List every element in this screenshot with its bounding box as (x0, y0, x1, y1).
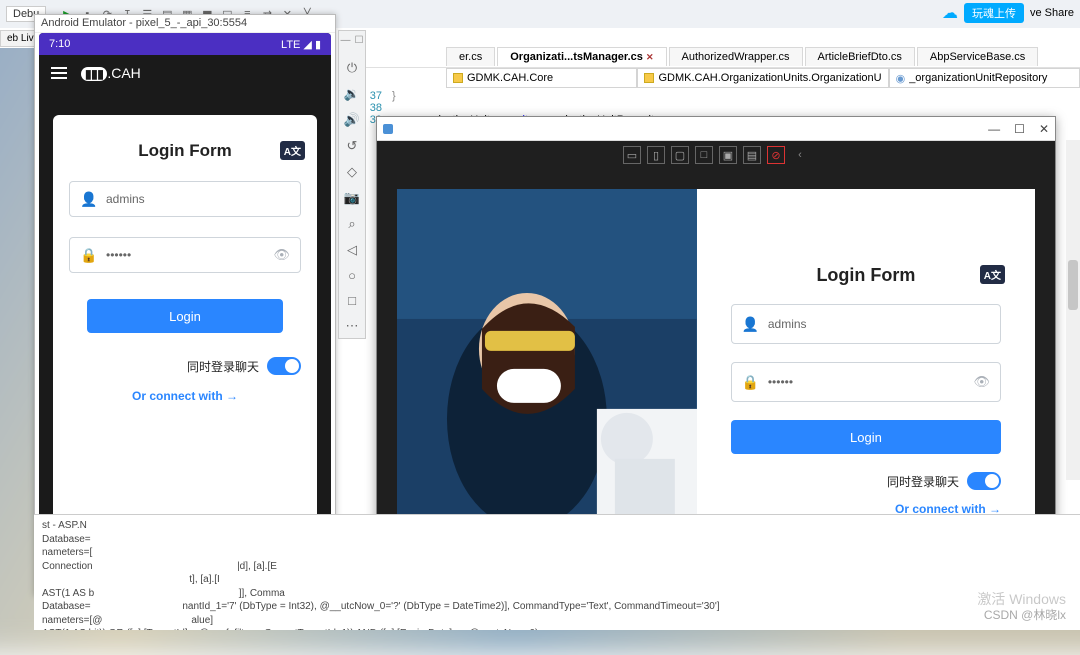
lock-icon: 🔒 (80, 247, 96, 264)
lang-badge-desktop[interactable]: A文 (980, 265, 1005, 284)
lang-badge[interactable]: A文 (280, 141, 305, 160)
vol-up-icon[interactable]: 🔊 (344, 112, 360, 128)
zoom-icon[interactable]: ⌕ (348, 216, 355, 232)
editor-scrollbar[interactable] (1066, 140, 1080, 480)
home-icon[interactable]: ○ (348, 268, 356, 283)
login-title: Login Form (138, 141, 231, 160)
watermark: 激活 Windows CSDN @林晓lx (977, 590, 1066, 624)
more-icon[interactable]: ⋯ (346, 318, 359, 334)
desktop-preview-window: — ☐ ✕ ▭ ▯ ▢ □ ▣ ▤ ⊘ ‹ (376, 116, 1056, 558)
rotate-left-icon[interactable]: ↺ (347, 138, 358, 154)
power-icon[interactable]: ⏻ (347, 60, 357, 76)
username-field-desktop[interactable]: 👤admins (731, 304, 1001, 344)
back-icon[interactable]: ◁ (347, 242, 357, 258)
connect-link[interactable]: Or connect with → (69, 389, 301, 403)
menu-icon[interactable] (51, 64, 67, 82)
chat-label-desktop: 同时登录聊天 (887, 473, 959, 490)
win-max-icon[interactable]: ☐ (1014, 122, 1025, 136)
status-time: 7:10 (49, 38, 70, 50)
nav-a[interactable]: GDMK.CAH.Core (446, 68, 637, 88)
collapse-icon[interactable]: ‹ (791, 146, 809, 164)
lock-icon: 🔒 (742, 374, 758, 391)
device-1-icon[interactable]: ▭ (623, 146, 641, 164)
tab-2[interactable]: AuthorizedWrapper.cs (669, 47, 803, 66)
close-icon[interactable]: ✕ (646, 52, 654, 62)
login-button-desktop[interactable]: Login (731, 420, 1001, 454)
tab-0[interactable]: er.cs (446, 47, 495, 66)
responsive-toolbar: ▭ ▯ ▢ □ ▣ ▤ ⊘ ‹ (377, 141, 1055, 169)
emulator-side-controls: — ☐ ⏻ 🔉 🔊 ↺ ◇ 📷 ⌕ ◁ ○ □ ⋯ (338, 30, 366, 339)
device-4-icon[interactable]: □ (695, 146, 713, 164)
tab-3[interactable]: ArticleBriefDto.cs (805, 47, 915, 66)
device-3-icon[interactable]: ▢ (671, 146, 689, 164)
editor-tabs: er.cs Organizati...tsManager.cs ✕ Author… (346, 46, 1080, 68)
chat-label: 同时登录聊天 (187, 358, 259, 375)
upload-button[interactable]: 玩魂上传 (964, 3, 1024, 23)
login-button[interactable]: Login (87, 299, 283, 333)
login-card-mobile: Login Form A文 👤admins 🔒••••••👁 Login 同时登录… (53, 115, 317, 547)
tab-1[interactable]: Organizati...tsManager.cs ✕ (497, 47, 666, 66)
device-2-icon[interactable]: ▯ (647, 146, 665, 164)
rotate-right-icon[interactable]: ◇ (347, 164, 357, 180)
emulator-title: Android Emulator - pixel_5_-_api_30:5554 (35, 15, 335, 33)
nav-breadcrumb: GDMK.CAH.Core GDMK.CAH.OrganizationUnits… (346, 68, 1080, 88)
device-6-icon[interactable]: ▤ (743, 146, 761, 164)
nav-c[interactable]: ◉_organizationUnitRepository (889, 68, 1080, 88)
nav-b[interactable]: GDMK.CAH.OrganizationUnits.OrganizationU (637, 68, 888, 88)
live-share[interactable]: ☁ 玩魂上传 ve Share (942, 3, 1074, 23)
stop-preview-icon[interactable]: ⊘ (767, 146, 785, 164)
eye-icon[interactable]: 👁 (973, 374, 990, 390)
app-bar: ▮▮▮.CAH (39, 55, 331, 91)
status-signal: LTE ◢ ▮ (281, 38, 321, 51)
password-field-desktop[interactable]: 🔒••••••👁 (731, 362, 1001, 402)
overview-icon[interactable]: □ (348, 293, 356, 308)
camera-icon[interactable]: 📷 (344, 190, 360, 206)
android-emulator-window: Android Emulator - pixel_5_-_api_30:5554… (34, 14, 336, 596)
win-close-icon[interactable]: ✕ (1039, 122, 1049, 136)
app-icon (383, 124, 393, 134)
chat-toggle-desktop[interactable] (967, 472, 1001, 490)
device-5-icon[interactable]: ▣ (719, 146, 737, 164)
eye-icon[interactable]: 👁 (273, 247, 290, 263)
phone-status-bar: 7:10 LTE ◢ ▮ (39, 33, 331, 55)
login-title-desktop: Login Form (816, 265, 915, 285)
user-icon: 👤 (80, 191, 96, 208)
emu-close-icon[interactable]: ☐ (355, 35, 364, 46)
login-card-desktop: Login Form A文 👤admins 🔒••••••👁 Login 同时登录… (697, 189, 1035, 537)
hero-image (397, 189, 697, 537)
cloud-icon: ☁ (942, 3, 958, 23)
vol-down-icon[interactable]: 🔉 (344, 86, 360, 102)
chat-toggle[interactable] (267, 357, 301, 375)
user-icon: 👤 (742, 316, 758, 333)
brand-suffix: .CAH (107, 65, 140, 81)
win-min-icon[interactable]: — (988, 122, 1000, 136)
output-console[interactable]: st - ASP.N Database= nameters=[ Connecti… (34, 514, 1080, 630)
username-field[interactable]: 👤admins (69, 181, 301, 217)
password-field[interactable]: 🔒••••••👁 (69, 237, 301, 273)
emu-min-icon[interactable]: — (341, 35, 351, 46)
live-share-label: ve Share (1030, 7, 1074, 19)
tab-4[interactable]: AbpServiceBase.cs (917, 47, 1038, 66)
